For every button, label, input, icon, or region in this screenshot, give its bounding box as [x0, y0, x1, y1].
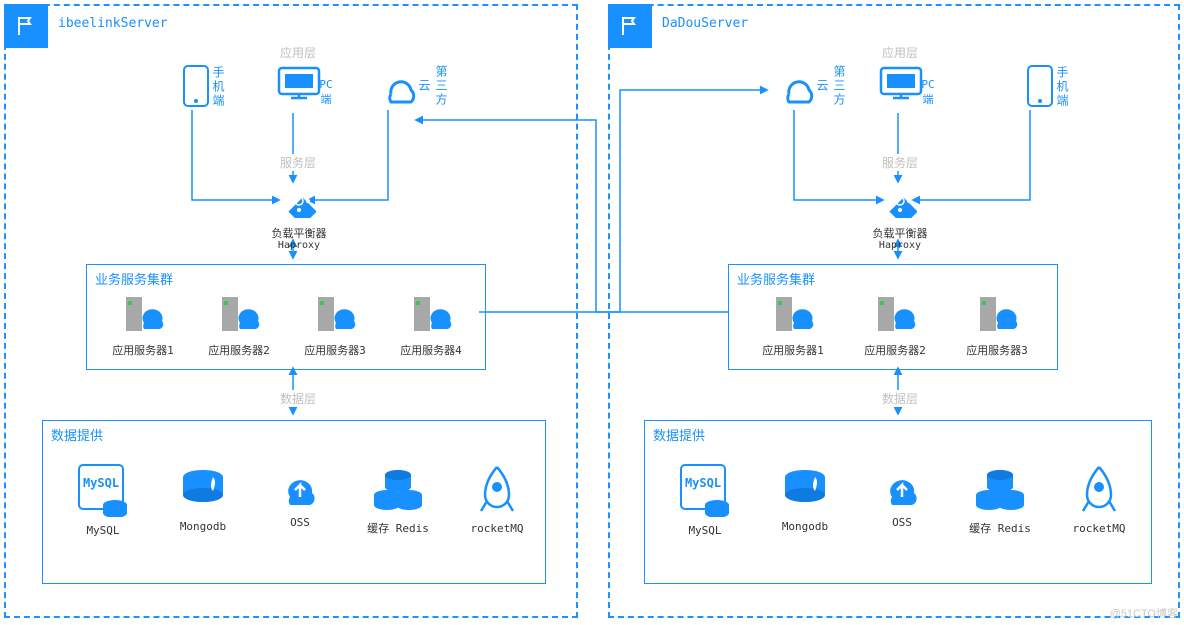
- lb-label: 负载平衡器: [269, 225, 329, 241]
- rocketmq-node: rocketMQ: [457, 463, 537, 535]
- app-server-r2: 应用服务器2: [855, 295, 935, 358]
- layer-service: 服务层: [276, 154, 320, 171]
- flag-icon: [4, 4, 48, 48]
- watermark: @51CTO博客: [1110, 605, 1178, 621]
- redis-node: 缓存 Redis: [353, 461, 443, 536]
- cluster-box: 业务服务集群 应用服务器1 应用服务器2 应用服务器3 应用服务器4: [86, 264, 486, 370]
- app-server-r3: 应用服务器3: [957, 295, 1037, 358]
- layer-data-r: 数据层: [878, 390, 922, 407]
- mysql-node: MySQL MySQL: [63, 461, 143, 537]
- mongodb-node: Mongodb: [163, 465, 243, 533]
- load-balancer: 负载平衡器 Haproxy: [269, 184, 329, 251]
- layer-app: 应用层: [276, 44, 320, 61]
- cluster-box-r: 业务服务集群 应用服务器1 应用服务器2 应用服务器3: [728, 264, 1058, 370]
- data-title: 数据提供: [51, 425, 103, 444]
- client-mobile-r: 手机端: [1010, 64, 1070, 111]
- client-thirdparty: 第三方云: [364, 64, 434, 111]
- data-box-r: 数据提供 MySQL MySQL Mongodb OSS 缓存 Redis ro…: [644, 420, 1152, 584]
- app-server-4: 应用服务器4: [391, 295, 471, 358]
- rocketmq-node-r: rocketMQ: [1059, 463, 1139, 535]
- app-server-1: 应用服务器1: [103, 295, 183, 358]
- client-thirdparty-r: 第三方云: [762, 64, 832, 111]
- server-left: ibeelinkServer 应用层 服务层 数据层 手机端 PC端 第三方云 …: [4, 4, 578, 618]
- client-thirdparty-label: 第三方云: [416, 60, 450, 111]
- server-left-title: ibeelinkServer: [58, 16, 168, 31]
- client-pc-r: PC端: [866, 64, 936, 111]
- svg-text:MySQL: MySQL: [83, 476, 119, 490]
- server-right: DaDouServer 应用层 服务层 数据层 第三方云 PC端 手机端 负载平…: [608, 4, 1180, 618]
- client-mobile-label: 手机端: [210, 66, 227, 108]
- app-server-3: 应用服务器3: [295, 295, 375, 358]
- svg-text:MySQL: MySQL: [685, 476, 721, 490]
- client-pc: PC端: [264, 64, 334, 111]
- layer-service-r: 服务层: [878, 154, 922, 171]
- cluster-title: 业务服务集群: [95, 269, 173, 288]
- app-server-r1: 应用服务器1: [753, 295, 833, 358]
- oss-node: OSS: [265, 469, 335, 529]
- layer-data: 数据层: [276, 390, 320, 407]
- mongodb-node-r: Mongodb: [765, 465, 845, 533]
- server-right-title: DaDouServer: [662, 16, 748, 31]
- app-server-2: 应用服务器2: [199, 295, 279, 358]
- mysql-node-r: MySQL MySQL: [665, 461, 745, 537]
- lb-sub: Haproxy: [269, 240, 329, 251]
- client-pc-label: PC端: [318, 78, 334, 107]
- data-box: 数据提供 MySQL MySQL Mongodb OSS 缓存 Redis ro…: [42, 420, 546, 584]
- load-balancer-r: 负载平衡器 Haproxy: [870, 184, 930, 251]
- oss-node-r: OSS: [867, 469, 937, 529]
- flag-icon: [608, 4, 652, 48]
- redis-node-r: 缓存 Redis: [955, 461, 1045, 536]
- layer-app-r: 应用层: [878, 44, 922, 61]
- client-mobile: 手机端: [166, 64, 226, 111]
